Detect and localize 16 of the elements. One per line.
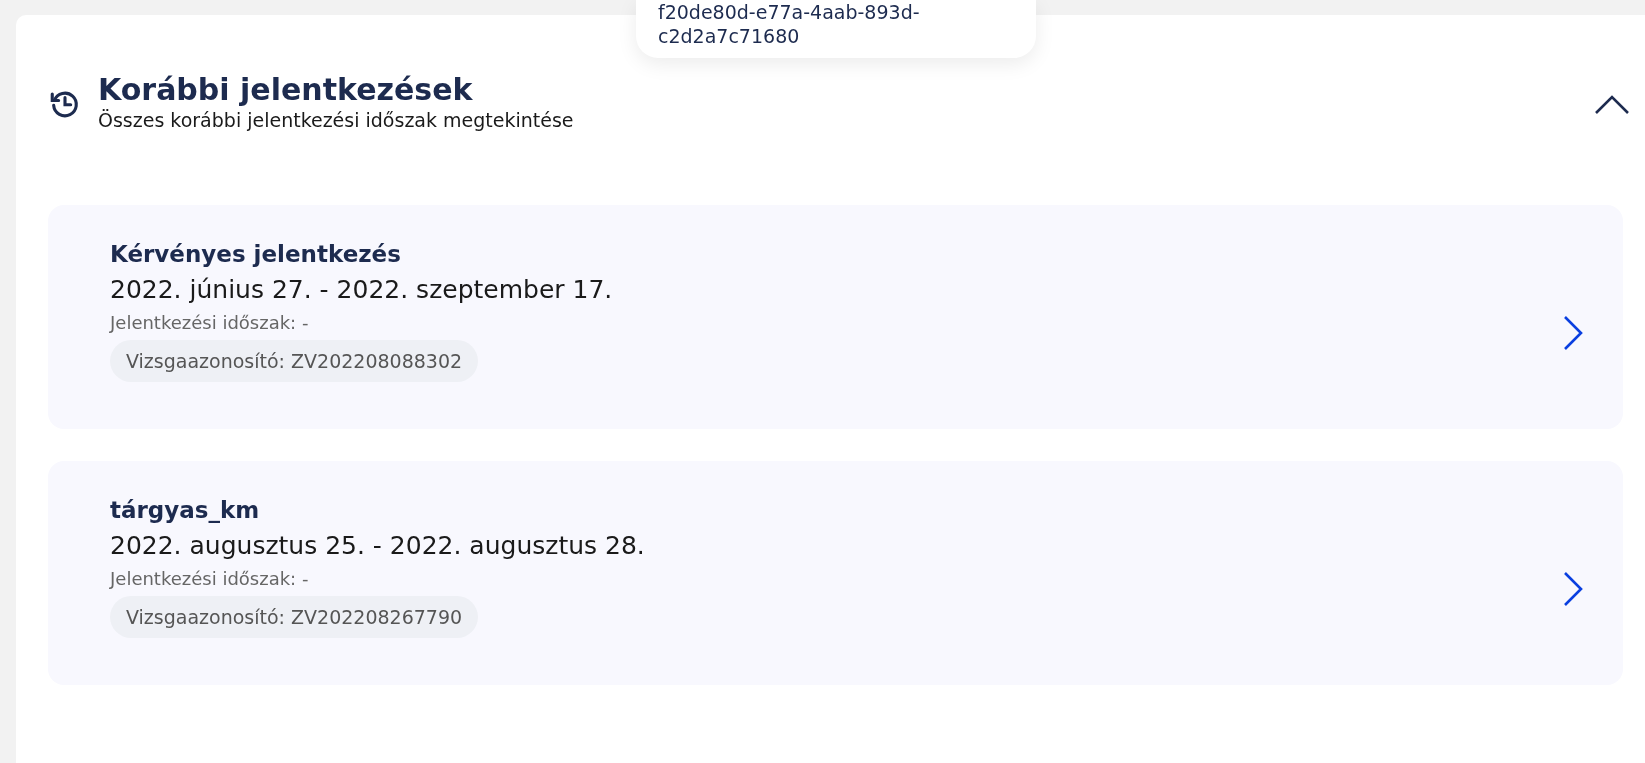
period-label: Jelentkezési időszak: - bbox=[110, 310, 310, 335]
period-label: Jelentkezési időszak: - bbox=[110, 566, 310, 591]
chevron-right-icon bbox=[1563, 314, 1583, 351]
registration-title: Kérvényes jelentkezés bbox=[110, 239, 402, 269]
date-range: 2022. augusztus 25. - 2022. augusztus 28. bbox=[110, 530, 646, 562]
date-range: 2022. június 27. - 2022. szeptember 17. bbox=[110, 274, 614, 306]
exam-id-tag: Vizsgaazonosító: ZV202208267790 bbox=[110, 595, 479, 638]
chevron-right-icon bbox=[1563, 570, 1583, 607]
section-subtitle: Összes korábbi jelentkezési időszak megtekintése bbox=[98, 108, 575, 133]
registration-card[interactable]: tárgyas_km 2022. augusztus 25. - 2022. augusztus 28. Jelentkezési időszak: - Vizsgaazonosító: ZV202208267790 bbox=[48, 460, 1623, 685]
registration-title: tárgyas_km bbox=[110, 495, 261, 525]
exam-id-tag: Vizsgaazonosító: ZV202208088302 bbox=[110, 339, 479, 382]
tooltip-text: c2d2a7c71680 bbox=[658, 24, 801, 48]
section-title: Korábbi jelentkezések bbox=[98, 73, 474, 106]
registration-card[interactable]: Kérvényes jelentkezés 2022. június 27. - 2022. szeptember 17. Jelentkezési időszak: - Vizsgaazonosító: ZV202208088302 bbox=[48, 204, 1623, 429]
tooltip-text: f20de80d-e77a-4aab-893d- bbox=[658, 0, 921, 24]
